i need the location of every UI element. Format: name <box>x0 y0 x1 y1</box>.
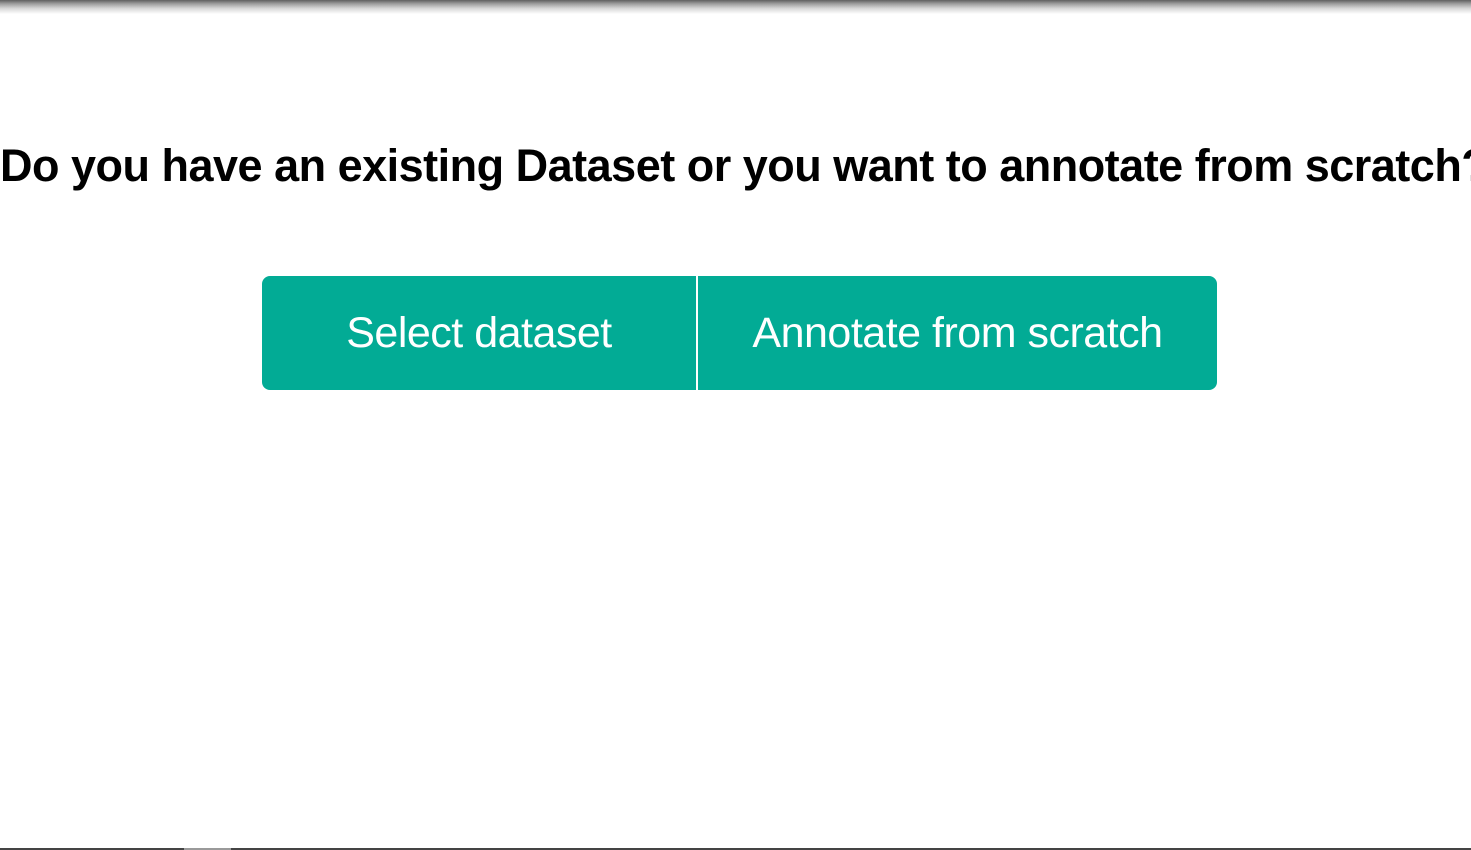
annotate-from-scratch-button[interactable]: Annotate from scratch <box>698 276 1217 390</box>
select-dataset-button[interactable]: Select dataset <box>262 276 696 390</box>
dataset-question: Do you have an existing Dataset or you w… <box>0 140 1471 192</box>
top-shadow <box>0 0 1471 14</box>
dataset-choice-page: Do you have an existing Dataset or you w… <box>0 0 1471 850</box>
dataset-choice-buttons: Select dataset Annotate from scratch <box>262 276 1217 390</box>
